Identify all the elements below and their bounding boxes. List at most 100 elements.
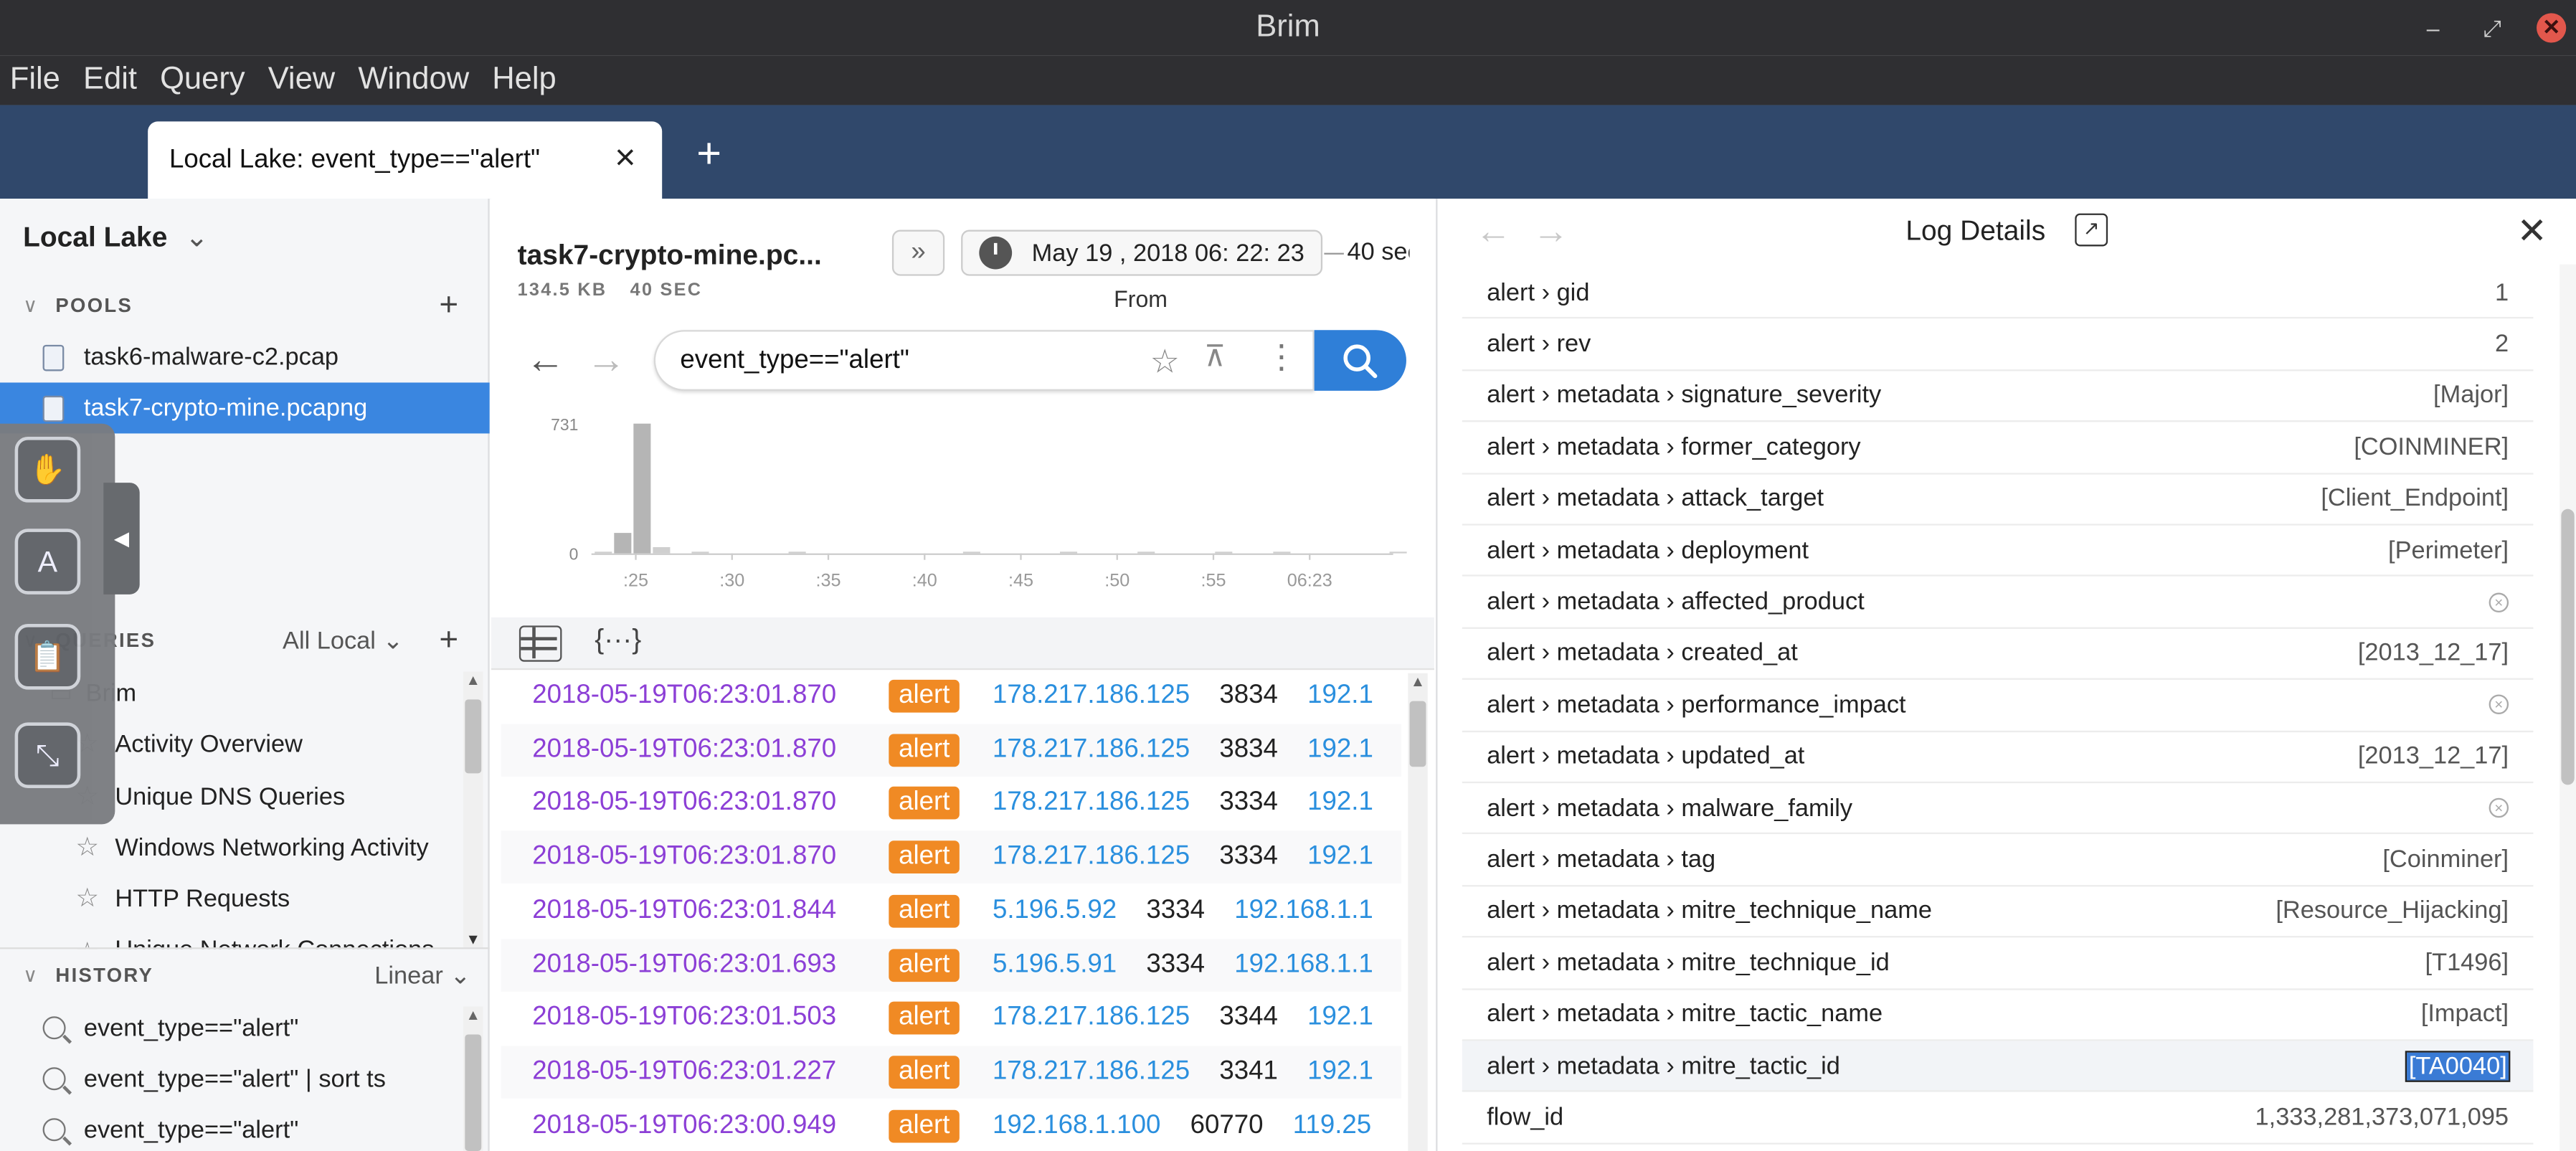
- menu-edit[interactable]: Edit: [83, 62, 157, 98]
- detail-value[interactable]: 1: [2495, 279, 2509, 307]
- detail-row[interactable]: flow_id 1,333,281,373,071,095: [1462, 1092, 2534, 1145]
- history-scrollbar[interactable]: ▲: [463, 1006, 483, 1151]
- detail-value[interactable]: [Impact]: [2421, 1000, 2509, 1028]
- histogram-bar[interactable]: [1215, 551, 1233, 554]
- fast-forward-button[interactable]: »: [891, 229, 945, 276]
- histogram-bar[interactable]: [1060, 551, 1078, 554]
- dst-ip[interactable]: 192.168.1.1: [1234, 896, 1373, 926]
- date-to-picker[interactable]: 40 sec: [1347, 238, 1409, 266]
- history-item[interactable]: event_type=="alert": [42, 1105, 298, 1151]
- table-row[interactable]: 2018-05-19T06:23:01.693 alert 5.196.5.91 33…: [501, 938, 1402, 991]
- dst-ip[interactable]: 192.1: [1307, 789, 1373, 818]
- detail-row[interactable]: alert › metadata › mitre_tactic_id [TA004…: [1462, 1041, 2534, 1093]
- table-row[interactable]: 2018-05-19T06:23:01.870 alert 178.217.186.…: [501, 777, 1401, 830]
- src-ip[interactable]: 178.217.186.125: [993, 1003, 1190, 1033]
- menu-help[interactable]: Help: [492, 62, 576, 98]
- detail-row[interactable]: alert › metadata › mitre_technique_id [T1…: [1462, 938, 2534, 990]
- histogram-bar[interactable]: [691, 551, 709, 554]
- pools-section-header[interactable]: ∨ POOLS +: [0, 281, 490, 331]
- detail-value[interactable]: [2013_12_17]: [2358, 743, 2509, 771]
- star-icon[interactable]: ☆: [75, 831, 102, 864]
- table-view-icon[interactable]: [518, 625, 562, 662]
- menu-view[interactable]: View: [268, 62, 355, 98]
- history-item[interactable]: event_type=="alert" | sort ts: [42, 1054, 386, 1104]
- detail-row[interactable]: alert › metadata › former_category [COINM…: [1462, 422, 2534, 474]
- search-button[interactable]: [1314, 330, 1406, 391]
- detail-value[interactable]: [T1496]: [2425, 949, 2509, 977]
- src-ip[interactable]: 178.217.186.125: [993, 789, 1190, 818]
- detail-row[interactable]: alert › metadata › mitre_tactic_name [Imp…: [1462, 990, 2534, 1041]
- table-row[interactable]: 2018-05-19T06:23:01.503 alert 178.217.186.…: [501, 992, 1401, 1044]
- maximize-icon[interactable]: ⤢: [2478, 14, 2507, 42]
- dst-ip[interactable]: 192.1: [1307, 681, 1373, 711]
- toolbar-collapse-handle[interactable]: ◀: [103, 483, 140, 595]
- forward-arrow-icon[interactable]: →: [1533, 210, 1568, 253]
- dst-ip[interactable]: 119.25: [1293, 1111, 1371, 1140]
- src-ip[interactable]: 192.168.1.100: [993, 1111, 1160, 1140]
- history-item[interactable]: event_type=="alert": [42, 1003, 298, 1053]
- more-options-icon[interactable]: ⋮: [1265, 336, 1298, 377]
- histogram-bar[interactable]: [614, 533, 632, 554]
- detail-value[interactable]: 1,333,281,373,071,095: [2255, 1104, 2509, 1132]
- date-from-picker[interactable]: May 19 , 2018 06: 22: 23: [961, 229, 1323, 276]
- src-ip[interactable]: 5.196.5.91: [993, 950, 1117, 980]
- queries-filter-dropdown[interactable]: All Local ⌄: [283, 625, 403, 655]
- detail-row[interactable]: alert › metadata › mitre_technique_name […: [1462, 886, 2534, 938]
- histogram-bar[interactable]: [595, 551, 612, 554]
- lake-selector[interactable]: Local Lake ⌄: [23, 222, 209, 255]
- history-section-header[interactable]: ∨ HISTORY Linear ⌄: [0, 951, 490, 1000]
- popout-icon[interactable]: ↗: [2075, 213, 2108, 247]
- histogram-bar[interactable]: [1273, 551, 1291, 554]
- dst-ip[interactable]: 192.1: [1307, 735, 1373, 764]
- close-window-icon[interactable]: ✕: [2537, 13, 2567, 43]
- detail-value[interactable]: [Major]: [2433, 382, 2509, 409]
- tab-local-lake[interactable]: Local Lake: event_type=="alert" ×: [148, 121, 663, 199]
- add-pool-button[interactable]: +: [439, 287, 460, 325]
- menu-query[interactable]: Query: [160, 62, 265, 98]
- back-arrow-icon[interactable]: ←: [1475, 210, 1511, 253]
- detail-row[interactable]: alert › metadata › performance_impact ×: [1462, 680, 2534, 732]
- fullscreen-icon[interactable]: ⤡: [14, 722, 81, 789]
- back-arrow-icon[interactable]: ←: [526, 338, 565, 384]
- detail-row[interactable]: alert › metadata › tag [Coinminer]: [1462, 835, 2534, 886]
- table-row[interactable]: 2018-05-19T06:23:01.844 alert 5.196.5.92 33…: [501, 885, 1401, 937]
- detail-value[interactable]: [Resource_Hijacking]: [2276, 897, 2509, 925]
- dst-ip[interactable]: 192.1: [1307, 843, 1373, 872]
- table-row[interactable]: 2018-05-19T06:23:00.949 alert 192.168.1.10…: [501, 1099, 1401, 1151]
- src-ip[interactable]: 178.217.186.125: [993, 843, 1190, 872]
- histogram-bar[interactable]: [653, 546, 671, 554]
- query-item[interactable]: ☆ HTTP Requests: [75, 873, 290, 923]
- detail-row[interactable]: alert › metadata › deployment [Perimeter]: [1462, 526, 2534, 577]
- table-row[interactable]: 2018-05-19T06:23:01.227 alert 178.217.186.…: [501, 1046, 1402, 1099]
- detail-value[interactable]: [Coinminer]: [2382, 846, 2509, 873]
- detail-value[interactable]: 2: [2495, 330, 2509, 358]
- src-ip[interactable]: 5.196.5.92: [993, 896, 1117, 926]
- add-query-button[interactable]: +: [439, 622, 460, 660]
- star-icon[interactable]: ☆: [75, 882, 102, 915]
- detail-value[interactable]: [Client_Endpoint]: [2321, 485, 2509, 513]
- table-row[interactable]: 2018-05-19T06:23:01.870 alert 178.217.186.…: [501, 723, 1402, 777]
- detail-row[interactable]: alert › rev 2: [1462, 319, 2534, 371]
- dst-ip[interactable]: 192.1: [1307, 1003, 1373, 1033]
- pin-icon[interactable]: ⊼: [1204, 340, 1226, 374]
- clipboard-icon[interactable]: 📋: [14, 624, 81, 690]
- src-ip[interactable]: 178.217.186.125: [993, 681, 1190, 711]
- detail-row[interactable]: alert › metadata › updated_at [2013_12_17…: [1462, 731, 2534, 784]
- query-item[interactable]: ☆Unique Network Connections: [75, 926, 434, 949]
- histogram-bar[interactable]: [633, 423, 651, 554]
- detail-value[interactable]: [Perimeter]: [2388, 536, 2509, 564]
- table-row[interactable]: 2018-05-19T06:23:01.870 alert 178.217.186.…: [501, 830, 1402, 884]
- dst-ip[interactable]: 192.168.1.1: [1234, 950, 1373, 980]
- table-row[interactable]: 2018-05-19T06:23:01.870 alert 178.217.186.…: [501, 670, 1401, 722]
- detail-value[interactable]: [TA0040]: [2405, 1050, 2511, 1082]
- json-view-icon[interactable]: {···}: [595, 624, 641, 657]
- forward-arrow-icon[interactable]: →: [587, 338, 626, 384]
- history-mode-dropdown[interactable]: Linear ⌄: [374, 960, 470, 990]
- star-icon[interactable]: ☆: [1150, 341, 1180, 382]
- histogram-bar[interactable]: [788, 551, 806, 554]
- src-ip[interactable]: 178.217.186.125: [993, 735, 1190, 764]
- detail-row[interactable]: alert › metadata › created_at [2013_12_17…: [1462, 628, 2534, 681]
- detail-value[interactable]: [2013_12_17]: [2358, 640, 2509, 668]
- pool-item[interactable]: task6-malware-c2.pcap: [0, 331, 490, 382]
- query-item[interactable]: ☆Unique DNS Queries: [75, 772, 345, 821]
